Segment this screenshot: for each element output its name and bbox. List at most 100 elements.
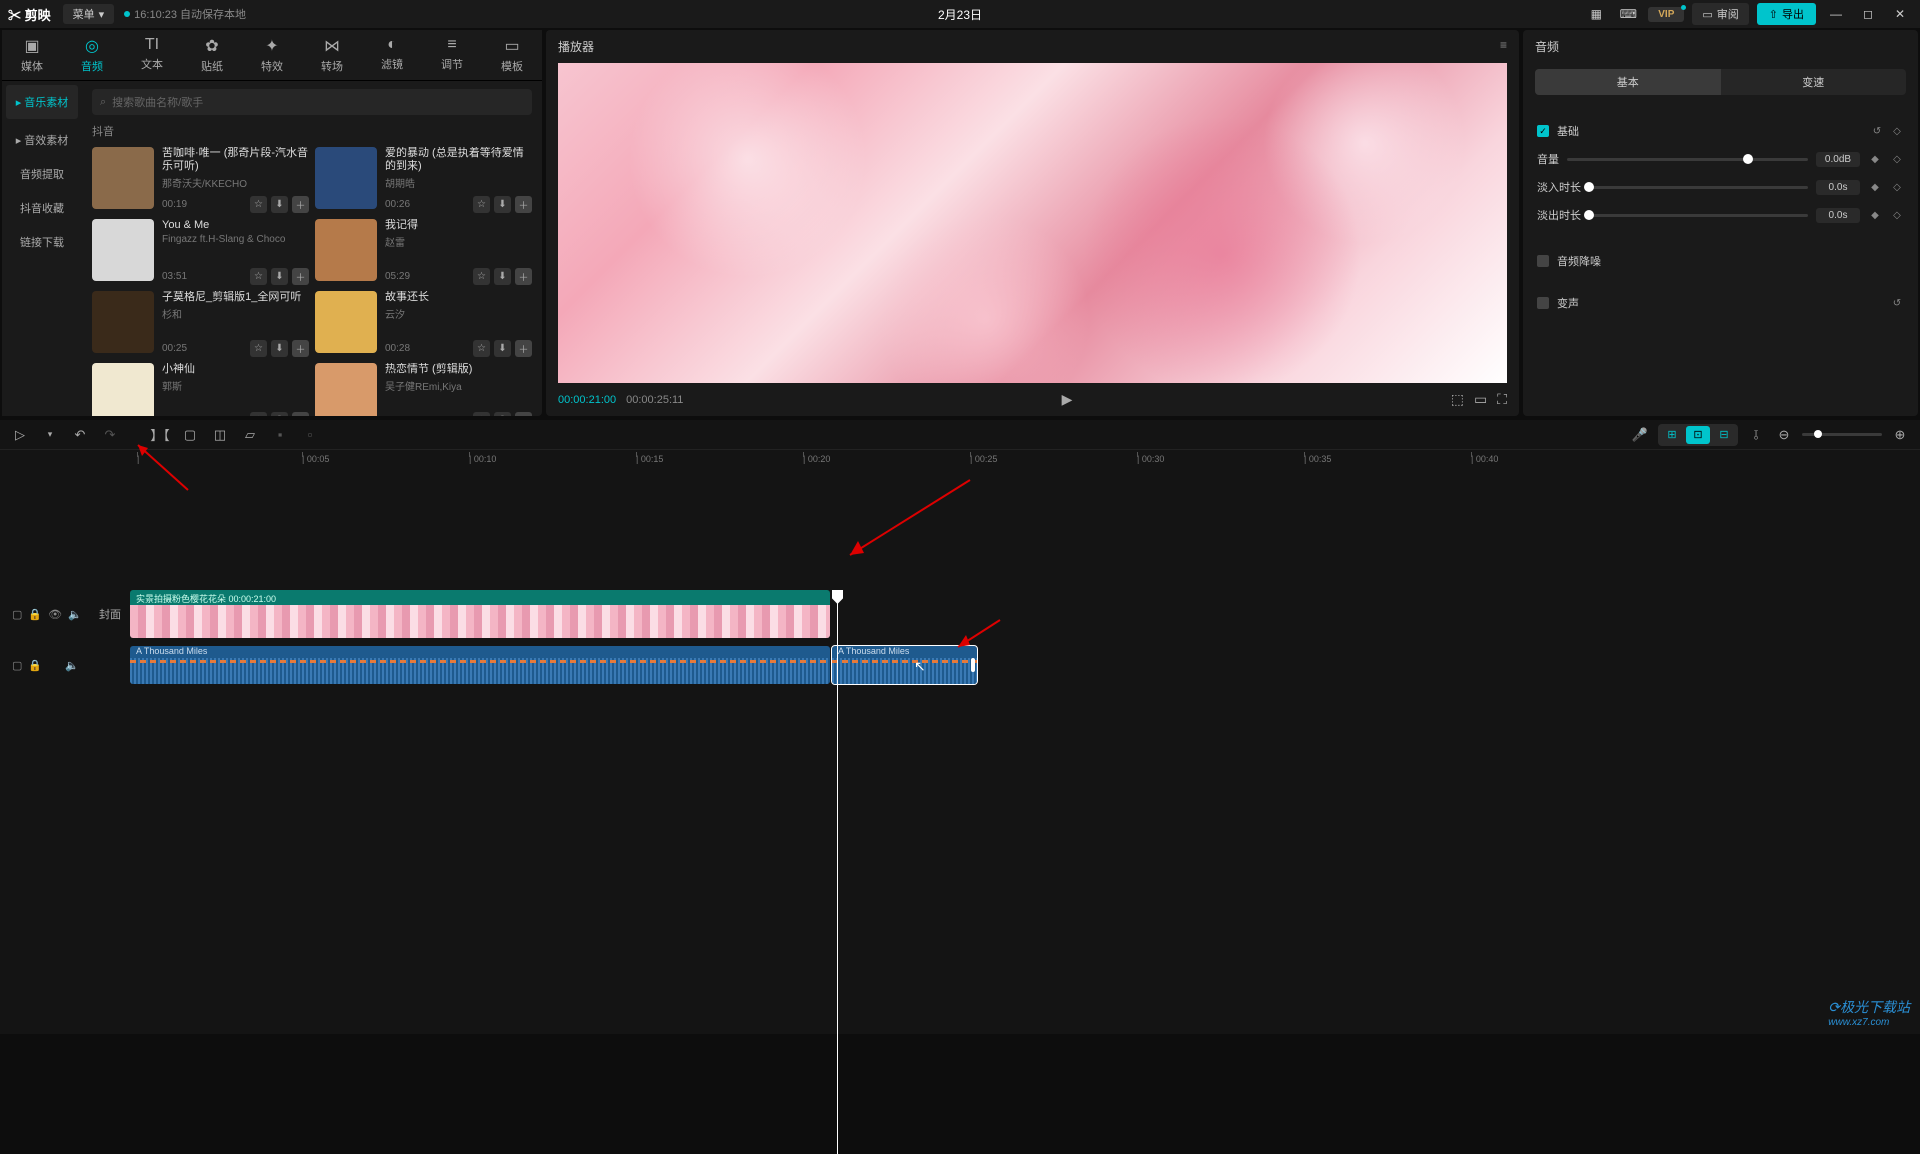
download-button[interactable]: ⬇ [271, 268, 288, 285]
favorite-button[interactable]: ☆ [250, 268, 267, 285]
fadeout-slider[interactable] [1589, 214, 1808, 217]
favorite-button[interactable]: ☆ [473, 196, 490, 213]
music-card[interactable]: 故事还长云汐00:28☆⬇＋ [315, 291, 532, 357]
track-eye-icon[interactable]: 👁 [48, 608, 62, 621]
zoom-fit-icon[interactable]: ⊕ [1890, 427, 1910, 443]
snap-off-button[interactable]: ⊟ [1712, 426, 1736, 444]
add-button[interactable]: ＋ [515, 196, 532, 213]
fadeout-stepper[interactable]: ◆ [1868, 208, 1882, 222]
top-tab-音频[interactable]: ◎音频 [62, 30, 122, 80]
music-card[interactable]: 我记得赵雷05:29☆⬇＋ [315, 219, 532, 285]
fadein-value[interactable]: 0.0s [1816, 180, 1860, 195]
fadein-keyframe-icon[interactable]: ◇ [1890, 180, 1904, 194]
top-tab-特效[interactable]: ✦特效 [242, 30, 302, 80]
top-tab-模板[interactable]: ▭模板 [482, 30, 542, 80]
cover-label[interactable]: 封面 [90, 606, 130, 622]
scan-icon[interactable]: ⬚ [1451, 391, 1464, 408]
fullscreen-icon[interactable]: ⛶ [1497, 391, 1507, 408]
side-nav-item[interactable]: 链接下载 [2, 225, 82, 259]
track-hide-icon[interactable]: ▢ [12, 608, 22, 621]
fadein-stepper[interactable]: ◆ [1868, 180, 1882, 194]
fadeout-keyframe-icon[interactable]: ◇ [1890, 208, 1904, 222]
music-card[interactable]: 子莫格尼_剪辑版1_全网可听杉和00:25☆⬇＋ [92, 291, 309, 357]
favorite-button[interactable]: ☆ [473, 412, 490, 416]
download-button[interactable]: ⬇ [271, 196, 288, 213]
ratio-icon[interactable]: ▭ [1474, 391, 1487, 408]
volume-stepper[interactable]: ◆ [1868, 152, 1882, 166]
export-button[interactable]: ⇧ 导出 [1757, 3, 1816, 25]
top-tab-媒体[interactable]: ▣媒体 [2, 30, 62, 80]
playhead[interactable] [837, 590, 838, 1154]
add-button[interactable]: ＋ [515, 412, 532, 416]
align-icon[interactable]: ⫱ [1746, 427, 1766, 443]
player-menu-icon[interactable]: ≡ [1500, 38, 1507, 55]
music-card[interactable]: 苦咖啡·唯一 (那奇片段-汽水音乐可听)那奇沃夫/KKECHO00:19☆⬇＋ [92, 147, 309, 213]
layout-icon[interactable]: ▦ [1584, 2, 1608, 26]
side-nav-item[interactable]: 抖音收藏 [2, 191, 82, 225]
music-card[interactable]: You & MeFingazz ft.H-Slang & Choco03:51☆… [92, 219, 309, 285]
voicechange-reset-icon[interactable]: ↺ [1890, 296, 1904, 310]
add-button[interactable]: ＋ [292, 340, 309, 357]
review-button[interactable]: ▭ 审阅 [1692, 3, 1748, 25]
close-icon[interactable]: ✕ [1888, 2, 1912, 26]
download-button[interactable]: ⬇ [271, 412, 288, 416]
search-input[interactable]: ⌕搜索歌曲名称/歌手 [92, 89, 532, 115]
fadein-slider[interactable] [1589, 186, 1808, 189]
select-tool[interactable]: ▷ [10, 427, 30, 443]
download-button[interactable]: ⬇ [494, 196, 511, 213]
top-tab-贴纸[interactable]: ✿贴纸 [182, 30, 242, 80]
reverse-tool[interactable]: ▫ [300, 427, 320, 442]
play-button[interactable]: ▶ [1062, 391, 1073, 408]
undo-button[interactable]: ↶ [70, 427, 90, 443]
maximize-icon[interactable]: ◻ [1856, 2, 1880, 26]
snap-on-button[interactable]: ⊞ [1660, 426, 1684, 444]
zoom-out-icon[interactable]: ⊖ [1774, 427, 1794, 443]
track-mute-icon[interactable]: 🔈 [68, 608, 82, 621]
top-tab-转场[interactable]: ⋈转场 [302, 30, 362, 80]
music-card[interactable]: 小神仙郭斯☆⬇＋ [92, 363, 309, 416]
add-button[interactable]: ＋ [515, 340, 532, 357]
reset-icon[interactable]: ↺ [1870, 124, 1884, 138]
fadeout-value[interactable]: 0.0s [1816, 208, 1860, 223]
audio-track-mute-icon[interactable]: 🔈 [65, 659, 79, 672]
track-lock-icon[interactable]: 🔒 [28, 608, 42, 621]
volume-slider[interactable] [1567, 158, 1808, 161]
zoom-slider[interactable] [1802, 433, 1882, 436]
marker-tool[interactable]: ▱ [240, 427, 260, 443]
denoise-checkbox[interactable] [1537, 255, 1549, 267]
tab-basic[interactable]: 基本 [1535, 69, 1721, 95]
favorite-button[interactable]: ☆ [250, 196, 267, 213]
add-button[interactable]: ＋ [515, 268, 532, 285]
favorite-button[interactable]: ☆ [250, 340, 267, 357]
tab-speed[interactable]: 变速 [1721, 69, 1907, 95]
music-card[interactable]: 爱的暴动 (总是执着等待爱情的到来)胡期皓00:26☆⬇＋ [315, 147, 532, 213]
volume-keyframe-icon[interactable]: ◇ [1890, 152, 1904, 166]
download-button[interactable]: ⬇ [494, 268, 511, 285]
video-preview[interactable] [558, 63, 1507, 383]
keyframe-icon[interactable]: ◇ [1890, 124, 1904, 138]
download-button[interactable]: ⬇ [494, 412, 511, 416]
snap-mid-button[interactable]: ⊡ [1686, 426, 1710, 444]
freeze-tool[interactable]: ▪ [270, 427, 290, 442]
favorite-button[interactable]: ☆ [250, 412, 267, 416]
tool-dropdown[interactable]: ▾ [40, 429, 60, 440]
favorite-button[interactable]: ☆ [473, 268, 490, 285]
crop-tool[interactable]: ◫ [210, 427, 230, 443]
add-button[interactable]: ＋ [292, 196, 309, 213]
audio-clip-1[interactable]: A Thousand Miles [130, 646, 830, 684]
menu-button[interactable]: 菜单 ▾ [63, 4, 115, 24]
top-tab-文本[interactable]: TI文本 [122, 30, 182, 80]
side-nav-item[interactable]: ▸ 音乐素材 [6, 85, 78, 119]
music-card[interactable]: 热恋情节 (剪辑版)吴子健REmi,Kiya☆⬇＋ [315, 363, 532, 416]
download-button[interactable]: ⬇ [494, 340, 511, 357]
download-button[interactable]: ⬇ [271, 340, 288, 357]
volume-value[interactable]: 0.0dB [1816, 152, 1860, 167]
top-tab-调节[interactable]: ≡调节 [422, 30, 482, 80]
audio-track-hide-icon[interactable]: ▢ [12, 659, 22, 672]
minimize-icon[interactable]: — [1824, 2, 1848, 26]
side-nav-item[interactable]: 音频提取 [2, 157, 82, 191]
basic-checkbox[interactable]: ✓ [1537, 125, 1549, 137]
side-nav-item[interactable]: ▸ 音效素材 [2, 123, 82, 157]
add-button[interactable]: ＋ [292, 268, 309, 285]
top-tab-滤镜[interactable]: ◐滤镜 [362, 30, 422, 80]
